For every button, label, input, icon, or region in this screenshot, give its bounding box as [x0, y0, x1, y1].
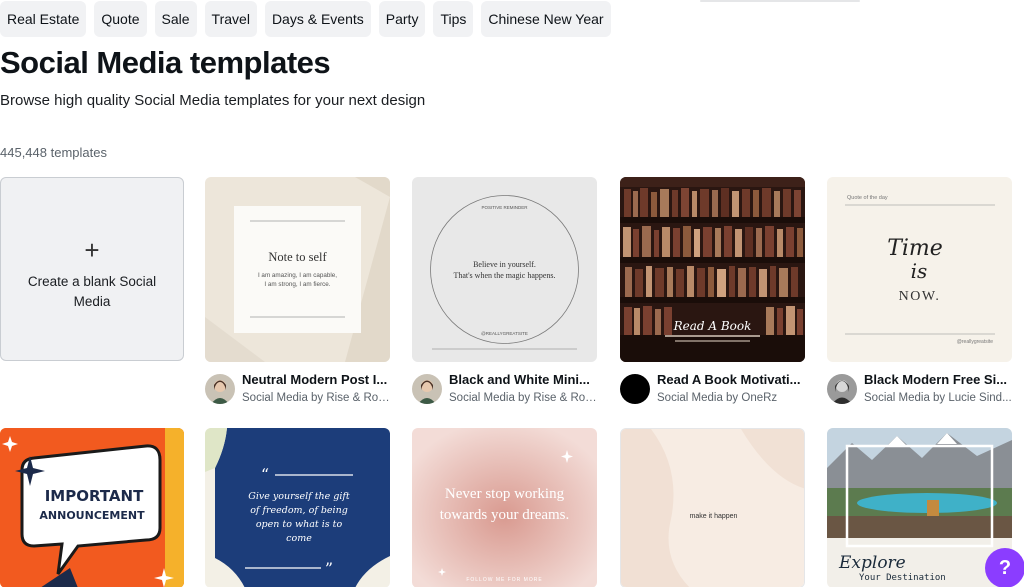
- avatar-photo: [205, 374, 235, 404]
- template-thumbnail-freedom-quote[interactable]: “ ” Give yourself the gift of freedom, o…: [205, 428, 390, 587]
- creator-avatar[interactable]: [205, 374, 235, 404]
- thumb-arc-bottom: @REALLYGREATSITE: [481, 331, 528, 336]
- thumb-line-1: IMPORTANT: [45, 487, 144, 505]
- svg-text:”: ”: [325, 559, 333, 578]
- thumb-line-1: Time: [887, 236, 943, 261]
- chip-party[interactable]: Party: [378, 1, 426, 37]
- template-thumbnail-never-stop[interactable]: Never stop working towards your dreams. …: [412, 428, 597, 587]
- template-title[interactable]: Black Modern Free Si...: [864, 372, 1014, 387]
- template-count: 445,448 templates: [0, 145, 107, 160]
- template-thumbnail-explore[interactable]: Explore Your Destination: [827, 428, 1012, 587]
- chip-sale[interactable]: Sale: [154, 1, 197, 37]
- neutral-note-art: Note to self I am amazing, I am capable,…: [205, 177, 390, 362]
- create-blank-card[interactable]: + Create a blank Social Media: [0, 177, 184, 361]
- thumb-footer: FOLLOW ME FOR MORE: [466, 577, 542, 583]
- template-meta-neutral[interactable]: Neutral Modern Post I... Social Media by…: [205, 372, 395, 412]
- template-title[interactable]: Read A Book Motivati...: [657, 372, 807, 387]
- thumb-line-2: is: [911, 259, 928, 283]
- explore-art: Explore Your Destination: [827, 428, 1012, 587]
- filter-chip-bar: Real Estate Quote Sale Travel Days & Eve…: [0, 1, 611, 37]
- template-byline: Social Media by OneRz: [657, 392, 778, 404]
- thumb-line-2: That's when the magic happens.: [453, 271, 555, 280]
- page-title: Social Media templates: [0, 45, 331, 80]
- thumb-line-2: ANNOUNCEMENT: [39, 509, 145, 522]
- thumb-body-2: I am strong, I am fierce.: [264, 281, 330, 288]
- thumb-arc-top: POSITIVE REMINDER: [481, 205, 528, 210]
- creator-avatar[interactable]: [620, 374, 650, 404]
- template-thumbnail-time-is-now[interactable]: Quote of the day Time is NOW. @reallygre…: [827, 177, 1012, 362]
- thumb-label: Quote of the day: [847, 195, 888, 201]
- announcement-art: IMPORTANT ANNOUNCEMENT: [0, 428, 184, 587]
- never-stop-art: Never stop working towards your dreams. …: [412, 428, 597, 587]
- creator-avatar[interactable]: [827, 374, 857, 404]
- make-it-happen-art: make it happen: [621, 429, 804, 587]
- template-thumbnail-read-a-book[interactable]: Read A Book: [620, 177, 805, 362]
- template-byline: Social Media by Rise & Roa...: [449, 392, 599, 404]
- bw-minimal-art: POSITIVE REMINDER Believe in yourself. T…: [412, 177, 597, 362]
- template-meta-read-book[interactable]: Read A Book Motivati... Social Media by …: [620, 372, 810, 412]
- template-thumbnail-announcement[interactable]: IMPORTANT ANNOUNCEMENT: [0, 428, 184, 587]
- create-blank-label: Create a blank Social Media: [27, 274, 157, 309]
- template-meta-bw[interactable]: Black and White Mini... Social Media by …: [412, 372, 602, 412]
- template-thumbnail-make-it-happen[interactable]: make it happen: [620, 428, 805, 587]
- thumb-text: make it happen: [690, 513, 738, 520]
- plus-icon: +: [84, 235, 100, 265]
- chip-real-estate[interactable]: Real Estate: [0, 1, 87, 37]
- thumb-script: Read A Book: [673, 319, 752, 333]
- chip-days-events[interactable]: Days & Events: [264, 1, 371, 37]
- help-button[interactable]: ?: [985, 548, 1024, 587]
- template-title[interactable]: Black and White Mini...: [449, 372, 599, 387]
- thumb-quote: Give yourself the gift of freedom, of be…: [248, 491, 350, 544]
- thumb-body-1: I am amazing, I am capable,: [258, 272, 337, 279]
- chip-quote[interactable]: Quote: [94, 1, 147, 37]
- bookshelf-art: Read A Book: [620, 177, 805, 362]
- template-thumbnail-neutral-note[interactable]: Note to self I am amazing, I am capable,…: [205, 177, 390, 362]
- thumb-handle: @reallygreatsite: [957, 339, 993, 345]
- thumb-script: Explore: [838, 553, 906, 573]
- thumb-quote: Never stop working towards your dreams.: [439, 486, 570, 523]
- avatar-photo: [412, 374, 442, 404]
- page-subtitle: Browse high quality Social Media templat…: [0, 92, 426, 109]
- template-byline: Social Media by Lucie Sind...: [864, 392, 1012, 404]
- chip-chinese-new-year[interactable]: Chinese New Year: [481, 1, 611, 37]
- freedom-quote-art: “ ” Give yourself the gift of freedom, o…: [205, 428, 390, 587]
- time-is-now-art: Quote of the day Time is NOW. @reallygre…: [827, 177, 1012, 362]
- thumb-line-3: NOW.: [899, 289, 941, 304]
- creator-avatar[interactable]: [412, 374, 442, 404]
- thumb-heading: Note to self: [268, 250, 327, 264]
- chip-travel[interactable]: Travel: [204, 1, 257, 37]
- thumb-line-1: Believe in yourself.: [473, 260, 536, 269]
- template-title[interactable]: Neutral Modern Post I...: [242, 372, 392, 387]
- chip-tips[interactable]: Tips: [433, 1, 474, 37]
- template-thumbnail-bw-minimal[interactable]: POSITIVE REMINDER Believe in yourself. T…: [412, 177, 597, 362]
- template-byline: Social Media by Rise & Roa...: [242, 392, 392, 404]
- scroll-indicator: [700, 0, 860, 2]
- svg-text:“: “: [261, 465, 269, 484]
- thumb-sub: Your Destination: [859, 573, 946, 583]
- avatar-photo: [827, 374, 857, 404]
- template-meta-time-now[interactable]: Black Modern Free Si... Social Media by …: [827, 372, 1017, 412]
